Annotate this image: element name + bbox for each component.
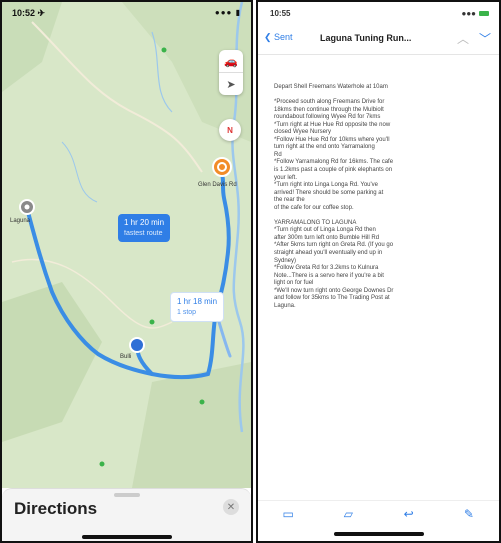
mail-line: *Turn right at Hue Hue Rd opposite the n… bbox=[274, 121, 391, 128]
status-time: 10:55 bbox=[270, 9, 291, 18]
chevron-down-icon[interactable]: ﹀ bbox=[479, 30, 491, 47]
map-controls: 🚗 ➤ bbox=[219, 50, 243, 95]
mail-line: *Follow Greta Rd for 3.2kms to Kulnura bbox=[274, 265, 379, 272]
route-selected-time: 1 hr 20 min bbox=[124, 218, 165, 227]
start-pin-icon[interactable] bbox=[18, 198, 36, 216]
mail-line: of the cafe for our coffee stop. bbox=[274, 204, 354, 211]
mail-line: light on for fuel bbox=[274, 280, 314, 287]
home-indicator bbox=[81, 535, 172, 539]
mail-line: 18kms then continue through the Mulbiolt bbox=[274, 106, 384, 113]
right-phone-screen: 10:55 ●●● ❮ Sent Laguna Tuning Run... ︿ … bbox=[256, 0, 501, 543]
mail-line: your left. bbox=[274, 174, 298, 181]
mail-line: is 1.2kms past a couple of pink elephant… bbox=[274, 167, 393, 174]
mail-line: YARRAMALONG TO LAGUNA bbox=[274, 219, 357, 226]
mail-line: *Turn right out of Linga Longa Rd then bbox=[274, 227, 376, 234]
route-callout-selected[interactable]: 1 hr 20 min fastest route bbox=[118, 214, 171, 242]
mail-line: the rear the bbox=[274, 197, 305, 204]
route-callout-alternate[interactable]: 1 hr 18 min 1 stop bbox=[170, 292, 225, 322]
destination-label: Glen Davis Rd bbox=[198, 182, 237, 188]
mail-line: *Turn right into Linga Longa Rd. You've bbox=[274, 182, 378, 189]
map-terrain bbox=[2, 2, 251, 488]
signal-icon: ●●● bbox=[461, 9, 477, 18]
status-signal: ●●● bbox=[461, 9, 489, 18]
car-icon[interactable]: 🚗 bbox=[219, 50, 243, 72]
reply-icon[interactable]: ↩ bbox=[399, 507, 419, 521]
back-label: Sent bbox=[274, 32, 293, 42]
mail-toolbar: ▭ ▱ ↩ ✎ bbox=[258, 500, 499, 527]
sheet-title: Directions bbox=[14, 499, 98, 518]
mail-line: Rd bbox=[274, 151, 282, 158]
mail-subject: Laguna Tuning Run... bbox=[320, 33, 412, 43]
route-alt-time: 1 hr 18 min bbox=[177, 297, 218, 306]
waypoint-label: Bulli bbox=[120, 354, 132, 360]
compose-icon[interactable]: ✎ bbox=[459, 507, 479, 521]
chevron-up-icon[interactable]: ︿ bbox=[457, 30, 469, 47]
close-icon[interactable]: ✕ bbox=[223, 499, 239, 515]
mail-body: Depart Shell Freemans Waterhole at 10am … bbox=[274, 84, 486, 310]
route-alt-sub: 1 stop bbox=[177, 309, 197, 316]
mail-line: and follow for 35kms to The Trading Post… bbox=[274, 295, 390, 302]
mail-line: *After 5kms turn right on Greta Rd. (If … bbox=[274, 242, 394, 249]
location-arrow-icon[interactable]: ➤ bbox=[219, 72, 243, 95]
mail-line: Note...There is a servo here if you're a… bbox=[274, 272, 384, 279]
status-bar: 10:55 ●●● bbox=[258, 2, 499, 24]
mail-line: Laguna. bbox=[274, 302, 296, 309]
mail-line: roundabout following Wyee Rd for 7kms bbox=[274, 114, 381, 121]
back-button[interactable]: ❮ Sent bbox=[264, 32, 293, 43]
mail-line: Sydney) bbox=[274, 257, 297, 264]
directions-sheet[interactable]: Directions ✕ bbox=[2, 488, 251, 541]
mail-line: *Follow Yarramalong Rd for 16kms. The ca… bbox=[274, 159, 394, 166]
status-time: 10:52 ✈ bbox=[12, 8, 46, 18]
destination-pin-icon[interactable] bbox=[211, 156, 233, 184]
waypoint-pin-icon[interactable] bbox=[128, 336, 146, 354]
mail-line: *Proceed south along Freemans Drive for bbox=[274, 99, 385, 106]
mail-line: straight ahead you'll eventually end up … bbox=[274, 250, 383, 257]
mail-line: turn right at the end onto Yarramalong bbox=[274, 144, 375, 151]
mail-nav-bar: ❮ Sent Laguna Tuning Run... ︿ ﹀ bbox=[258, 24, 499, 55]
archive-icon[interactable]: ▭ bbox=[278, 507, 298, 521]
compass-icon[interactable]: N bbox=[219, 119, 241, 141]
left-phone-screen: 10:52 ✈ ●●● ▮ 🚗 ➤ N Glen Davis Rd Laguna… bbox=[0, 0, 253, 543]
mail-line: arrived! There should be some parking at bbox=[274, 189, 384, 196]
battery-icon bbox=[479, 11, 489, 17]
mail-line: Depart Shell Freemans Waterhole at 10am bbox=[274, 84, 388, 90]
route-selected-sub: fastest route bbox=[124, 230, 163, 237]
sheet-grabber[interactable] bbox=[114, 493, 140, 497]
folder-icon[interactable]: ▱ bbox=[338, 507, 358, 521]
chevron-left-icon: ❮ bbox=[264, 32, 275, 42]
map-view[interactable]: 10:52 ✈ ●●● ▮ 🚗 ➤ N Glen Davis Rd Laguna… bbox=[2, 2, 251, 488]
mail-line: after 300m turn left onto Bumble Hill Rd bbox=[274, 234, 380, 241]
start-label: Laguna bbox=[10, 218, 31, 224]
mail-line: *We'll now turn right onto George Downes… bbox=[274, 287, 394, 294]
status-bar: 10:52 ✈ ●●● ▮ bbox=[2, 2, 251, 24]
mail-line: closed Wyee Nursery bbox=[274, 129, 331, 136]
mail-line: *Follow Hue Hue Rd for 10kms where you'l… bbox=[274, 136, 390, 143]
home-indicator bbox=[333, 532, 424, 536]
status-signal: ●●● ▮ bbox=[214, 8, 241, 17]
